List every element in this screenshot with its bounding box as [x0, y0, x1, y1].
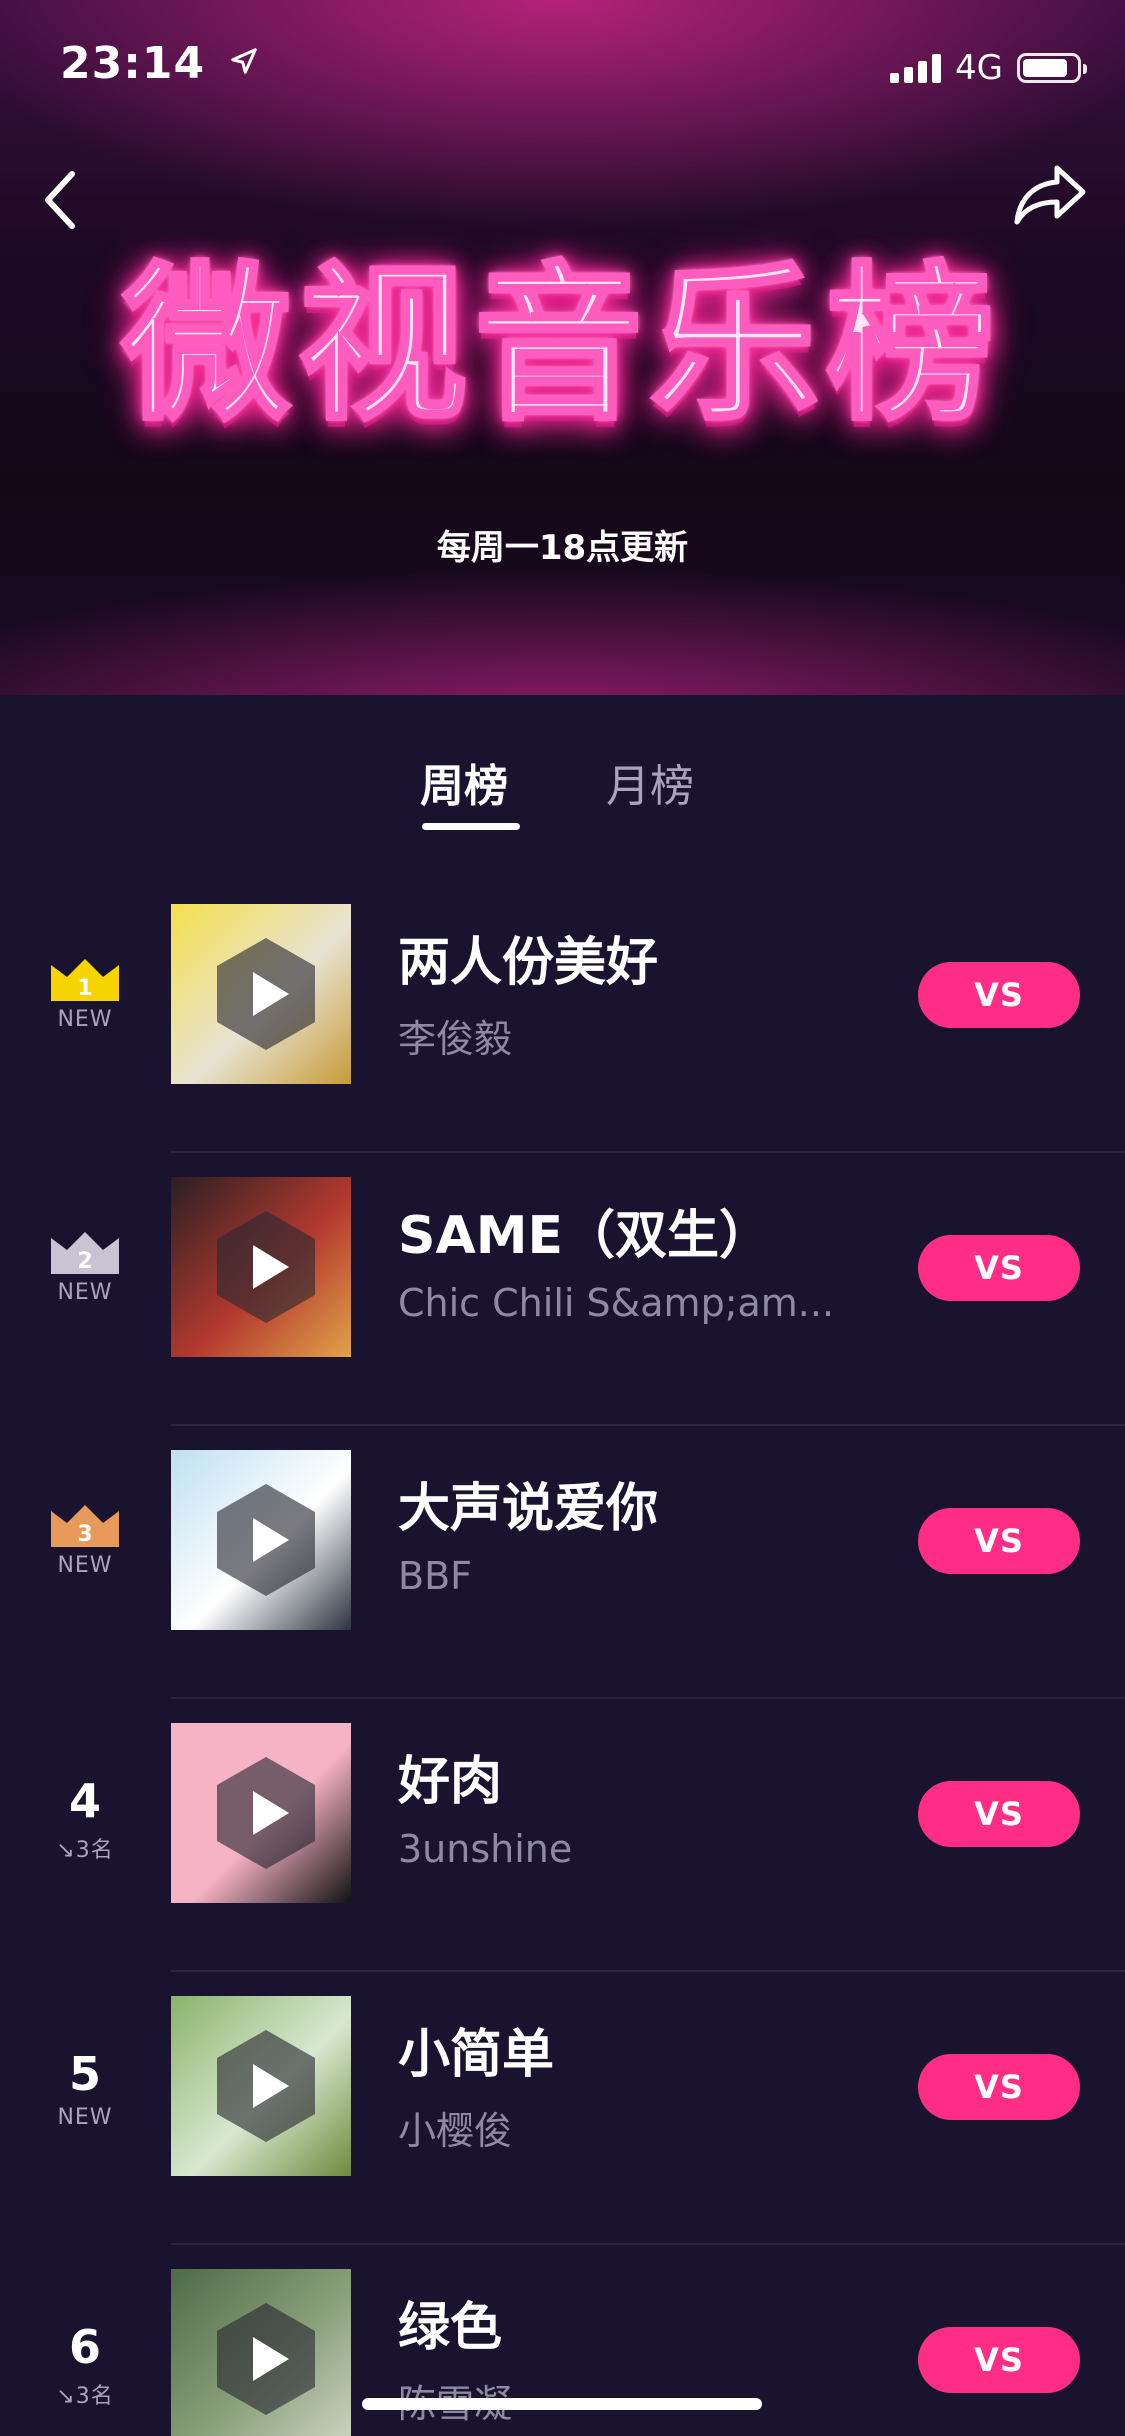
vs-button[interactable]: VS [918, 1235, 1080, 1301]
song-title: 大声说爱你 [398, 1479, 659, 1539]
song-row[interactable]: 1 NEW 两人份美好李俊毅 VS [0, 880, 1125, 1153]
rank-indicator: 1 NEW [30, 955, 140, 1032]
vs-button[interactable]: VS [918, 1781, 1080, 1847]
vs-button[interactable]: VS [918, 2327, 1080, 2393]
active-tab-indicator [422, 823, 520, 830]
song-title: 小简单 [398, 2025, 555, 2085]
album-cover[interactable] [171, 1996, 351, 2176]
header-banner: 23:14 4G 微视音乐榜 每周一18点更新 [0, 0, 1125, 695]
song-list: 1 NEW 两人份美好李俊毅 VS 2 NEW SAME（双生） Chic Chili S&a… [0, 880, 1125, 2436]
rank-number: 3 [77, 1522, 92, 1547]
status-time: 23:14 [60, 38, 259, 89]
rank-indicator: 6 ↘3名 [30, 2320, 140, 2410]
play-icon[interactable] [211, 934, 321, 1054]
play-icon[interactable] [211, 1480, 321, 1600]
album-cover[interactable] [171, 1723, 351, 1903]
rank-indicator: 2 NEW [30, 1228, 140, 1305]
play-icon[interactable] [211, 2299, 321, 2419]
song-row[interactable]: 4 ↘3名 好肉 3unshine VS [0, 1699, 1125, 1972]
song-title: 两人份美好 [398, 933, 659, 993]
rank-number: 4 [68, 1774, 101, 1828]
share-arrow-icon [1014, 165, 1086, 225]
status-indicators: 4G [890, 48, 1087, 88]
rank-indicator: 4 ↘3名 [30, 1774, 140, 1864]
home-indicator[interactable] [362, 2398, 762, 2410]
play-icon[interactable] [211, 1207, 321, 1327]
crown-icon: 1 [51, 959, 119, 1001]
rank-change: NEW [57, 1280, 113, 1305]
rank-number: 1 [77, 976, 92, 1001]
album-cover[interactable] [171, 1450, 351, 1630]
chart-tabs: 周榜 月榜 [0, 695, 1125, 845]
chevron-left-icon [45, 171, 75, 229]
rank-change: ↘3名 [56, 1838, 114, 1863]
share-button[interactable] [1005, 155, 1095, 235]
network-type: 4G [955, 48, 1003, 88]
rank-change: ↘3名 [56, 2384, 114, 2409]
status-time-text: 23:14 [60, 38, 206, 89]
song-row[interactable]: 5 NEW 小简单小樱俊 VS [0, 1972, 1125, 2245]
back-button[interactable] [30, 160, 90, 240]
battery-icon [1017, 53, 1087, 83]
rank-number: 2 [77, 1249, 92, 1274]
song-artist: BBF [398, 1554, 472, 1598]
vs-button[interactable]: VS [918, 1508, 1080, 1574]
status-bar: 23:14 4G [0, 0, 1125, 140]
crown-icon: 3 [51, 1505, 119, 1547]
tab-monthly[interactable]: 月榜 [606, 750, 694, 814]
song-title: SAME（双生） [398, 1206, 771, 1266]
vs-button[interactable]: VS [918, 2054, 1080, 2120]
rank-change: NEW [57, 1553, 113, 1578]
rank-indicator: 3 NEW [30, 1501, 140, 1578]
song-artist: 小樱俊 [398, 2109, 513, 2153]
rank-indicator: 5 NEW [30, 2047, 140, 2130]
song-artist: 3unshine [398, 1827, 573, 1871]
song-title: 绿色 [398, 2298, 503, 2358]
update-schedule: 每周一18点更新 [436, 528, 689, 568]
album-cover[interactable] [171, 2269, 351, 2436]
rank-change: NEW [57, 2105, 113, 2130]
rank-change: NEW [57, 1007, 113, 1032]
screen: 23:14 4G 微视音乐榜 每周一18点更新 周榜 月榜 1 NEW 两人份美… [0, 0, 1125, 2436]
vs-button[interactable]: VS [918, 962, 1080, 1028]
song-title: 好肉 [398, 1752, 503, 1812]
rank-number: 6 [68, 2320, 101, 2374]
page-title: 微视音乐榜 [121, 245, 1003, 445]
song-row[interactable]: 2 NEW SAME（双生） Chic Chili S&amp;am... VS [0, 1153, 1125, 1426]
location-arrow-icon [231, 48, 258, 74]
rank-number: 5 [68, 2047, 101, 2101]
album-cover[interactable] [171, 904, 351, 1084]
song-row[interactable]: 3 NEW 大声说爱你 BBF VS [0, 1426, 1125, 1699]
song-artist: Chic Chili S&amp;am... [398, 1281, 835, 1325]
cellular-signal-icon [890, 53, 942, 83]
album-cover[interactable] [171, 1177, 351, 1357]
play-icon[interactable] [211, 1753, 321, 1873]
crown-icon: 2 [51, 1232, 119, 1274]
play-icon[interactable] [211, 2026, 321, 2146]
tab-weekly[interactable]: 周榜 [420, 750, 508, 814]
song-artist: 李俊毅 [398, 1017, 513, 1061]
